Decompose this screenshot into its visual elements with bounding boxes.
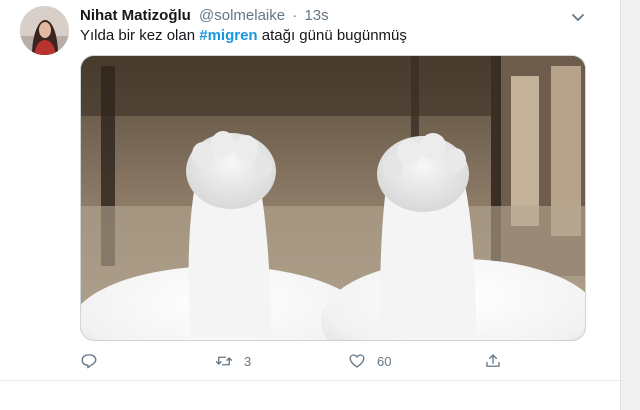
share-button[interactable] — [484, 349, 502, 373]
reply-icon — [81, 354, 97, 369]
separator-dot: · — [292, 7, 298, 24]
tweet-text-before: Yılda bir kez olan — [80, 27, 200, 44]
retweet-button[interactable]: 3 — [215, 349, 251, 373]
media-image — [81, 56, 585, 340]
tweet-text-after: atağı günü bugünmüş — [257, 27, 407, 44]
retweet-icon — [215, 356, 233, 366]
author-handle[interactable]: @solmelaike — [199, 7, 285, 24]
tweet-actions: 3 60 — [80, 349, 586, 373]
more-options-button[interactable] — [568, 7, 588, 27]
timestamp[interactable]: 13s — [304, 7, 328, 24]
like-count: 60 — [377, 353, 392, 369]
share-icon — [486, 354, 500, 367]
tweet-divider — [0, 380, 620, 381]
tweet-media[interactable] — [80, 55, 586, 341]
tweet-header: Nihat Matizoğlu @solmelaike · 13s — [80, 6, 329, 26]
tweet[interactable]: Nihat Matizoğlu @solmelaike · 13s Yılda … — [0, 0, 620, 410]
avatar[interactable] — [20, 6, 69, 55]
heart-icon — [349, 354, 365, 368]
scrollbar[interactable] — [620, 0, 640, 410]
like-button[interactable]: 60 — [348, 349, 391, 373]
reply-button[interactable] — [80, 349, 109, 373]
avatar-image — [20, 6, 69, 55]
retweet-count: 3 — [244, 353, 252, 369]
tweet-text: Yılda bir kez olan #migren atağı günü bu… — [80, 26, 407, 46]
author-name[interactable]: Nihat Matizoğlu — [80, 7, 191, 24]
chevron-down-icon — [572, 14, 584, 21]
hashtag-link[interactable]: #migren — [199, 27, 257, 44]
